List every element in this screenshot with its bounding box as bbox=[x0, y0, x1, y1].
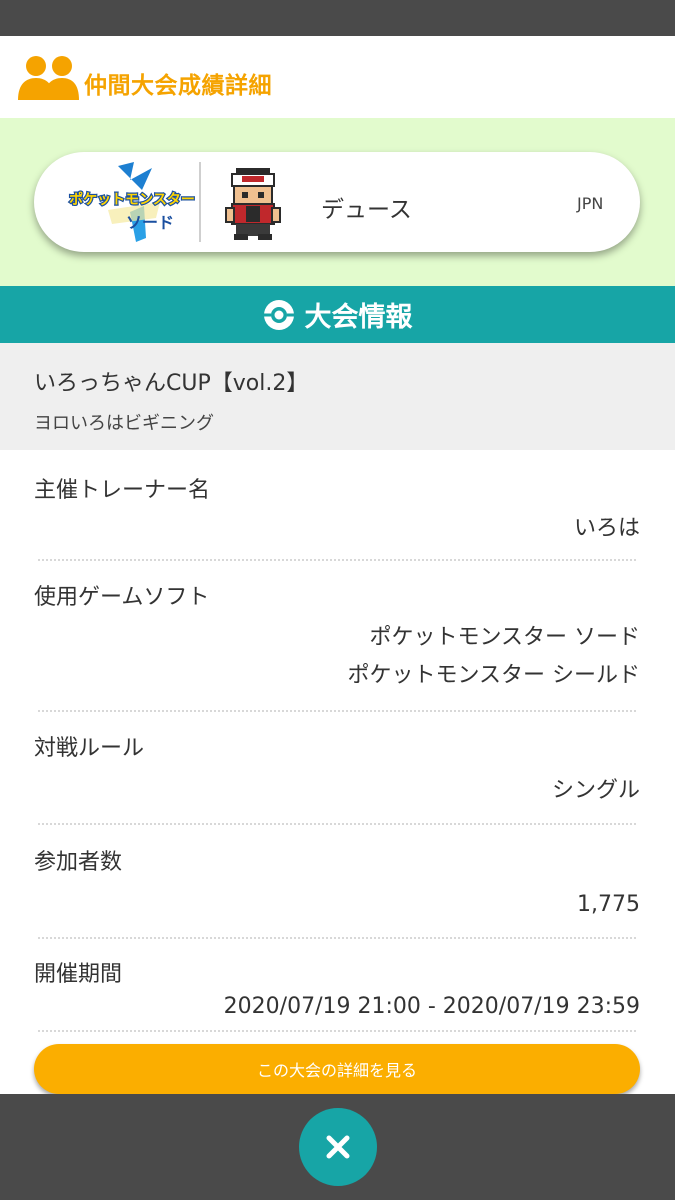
period-row: 開催期間 2020/07/19 21:00 - 2020/07/19 23:59 bbox=[34, 956, 640, 1032]
tournament-summary: いろっちゃんCUP【vol.2】 ヨロいろはビギニング bbox=[0, 343, 675, 450]
games-value-shield: ポケットモンスター シールド bbox=[347, 663, 640, 688]
tournament-name: いろっちゃんCUP【vol.2】 bbox=[34, 371, 309, 396]
rule-value: シングル bbox=[551, 778, 640, 803]
page-title: 仲間大会成績詳細 bbox=[84, 73, 272, 99]
card-divider bbox=[199, 162, 201, 242]
period-label: 開催期間 bbox=[34, 962, 123, 987]
tournament-subtitle: ヨロいろはビギニング bbox=[34, 413, 214, 434]
row-divider bbox=[38, 937, 636, 939]
participants-row: 参加者数 1,775 bbox=[34, 844, 640, 940]
participants-label: 参加者数 bbox=[34, 850, 123, 875]
game-logo-subtitle: ソード bbox=[126, 213, 174, 232]
close-icon bbox=[326, 1135, 350, 1159]
status-bar bbox=[0, 0, 675, 36]
section-title: 大会情報 bbox=[304, 302, 413, 333]
row-divider bbox=[38, 559, 636, 561]
player-profile-area: ポケットモンスター ソード デュース JPN bbox=[0, 118, 675, 286]
row-divider bbox=[38, 823, 636, 825]
period-value: 2020/07/19 21:00 - 2020/07/19 23:59 bbox=[223, 994, 640, 1019]
player-card: ポケットモンスター ソード デュース JPN bbox=[34, 152, 640, 252]
section-header: 大会情報 bbox=[0, 286, 675, 343]
close-button[interactable] bbox=[299, 1108, 377, 1186]
rule-row: 対戦ルール シングル bbox=[34, 730, 640, 826]
player-name: デュース bbox=[321, 197, 412, 223]
games-value-sword: ポケットモンスター ソード bbox=[369, 625, 640, 650]
organizer-value: いろは bbox=[573, 516, 640, 541]
row-divider bbox=[38, 1030, 636, 1032]
player-region: JPN bbox=[577, 194, 604, 213]
trainer-avatar bbox=[225, 168, 281, 240]
organizer-row: 主催トレーナー名 いろは bbox=[34, 472, 640, 562]
games-label: 使用ゲームソフト bbox=[34, 585, 210, 610]
page-header: 仲間大会成績詳細 bbox=[0, 36, 675, 118]
rule-label: 対戦ルール bbox=[34, 736, 145, 761]
row-divider bbox=[38, 710, 636, 712]
game-logo: ポケットモンスター ソード bbox=[68, 162, 196, 242]
participants-value: 1,775 bbox=[577, 892, 640, 917]
organizer-label: 主催トレーナー名 bbox=[34, 478, 211, 503]
games-row: 使用ゲームソフト ポケットモンスター ソード ポケットモンスター シールド bbox=[34, 579, 640, 714]
view-tournament-details-button[interactable]: この大会の詳細を見る bbox=[34, 1044, 640, 1094]
people-icon bbox=[18, 56, 79, 100]
monster-ball-icon bbox=[262, 299, 295, 330]
game-logo-title: ポケットモンスター bbox=[69, 191, 195, 208]
